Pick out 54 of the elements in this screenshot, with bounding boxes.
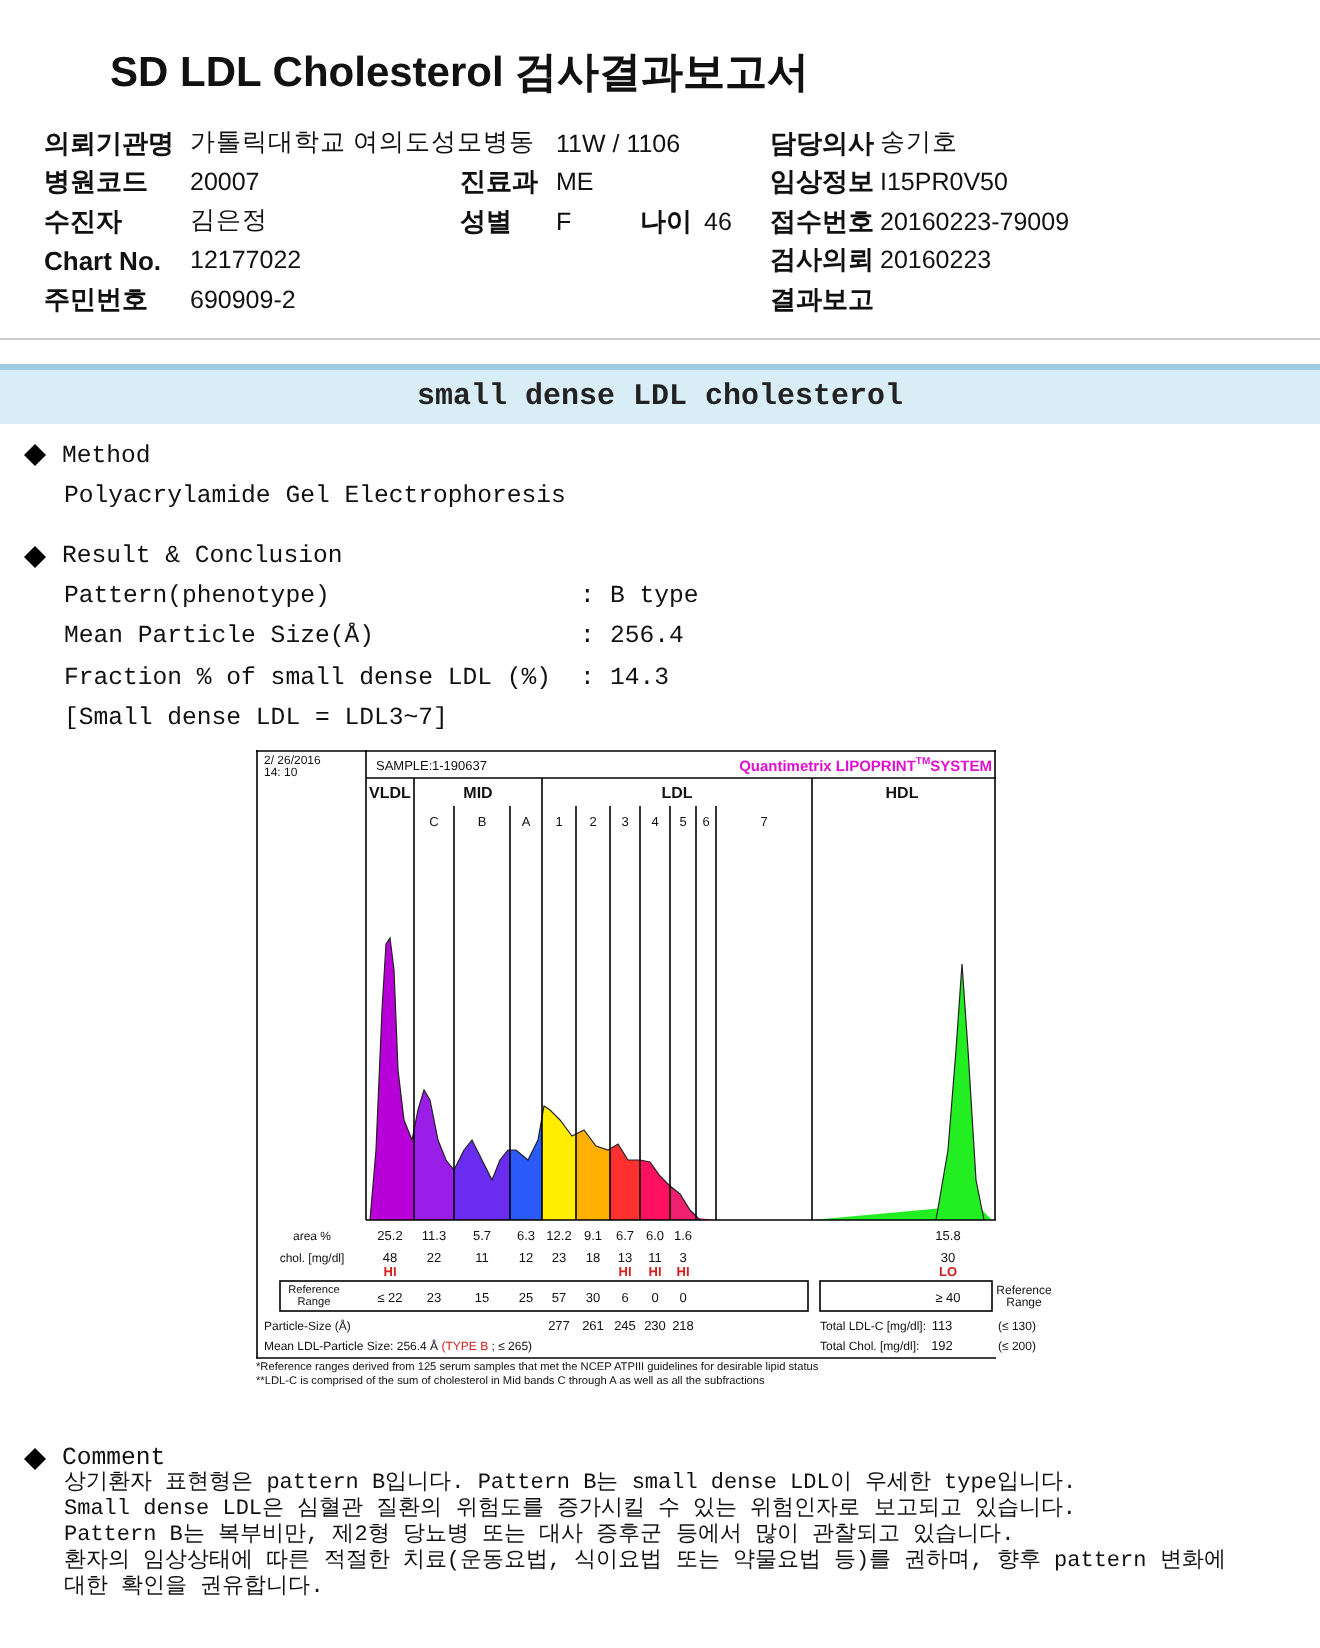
- comment-text: Small dense LDL은 심혈관 질환의 위험도를 증가시킬 수 있는 위험인자로 보고되고 있습니다.: [64, 1498, 1077, 1523]
- result-label: Fraction % of small dense LDL (%): [64, 663, 554, 692]
- separator-text: :: [580, 582, 597, 611]
- field-label: 수진자: [44, 203, 124, 240]
- group-label: MID: [463, 784, 493, 803]
- field-label: 담당의사: [770, 125, 876, 162]
- field-value: 690909-2: [190, 285, 298, 314]
- field-value: 12177022: [190, 246, 304, 275]
- result-value: B type: [610, 582, 701, 611]
- separator-text: :: [580, 663, 597, 692]
- section-heading: Method: [62, 441, 151, 469]
- field-label: 검사의뢰: [770, 242, 876, 279]
- field-label: Chart No.: [44, 245, 163, 276]
- section-banner: small dense LDL cholesterol: [0, 363, 1320, 423]
- field-label: 진료과: [460, 164, 540, 201]
- field-label: 의뢰기관명: [44, 125, 176, 162]
- field-label: 결과보고: [770, 281, 876, 318]
- field-value: 20160223: [880, 246, 994, 275]
- field-value: 김은정: [190, 204, 270, 239]
- field-value: ME: [556, 168, 596, 197]
- field-value: 가톨릭대학교 여의도성모병동: [190, 126, 537, 161]
- group-label: HDL: [885, 784, 919, 803]
- section-heading: Result & Conclusion: [62, 542, 343, 570]
- comment-text: 상기환자 표현형은 pattern B입니다. Pattern B는 small dense LDL이 우세한 type입니다.: [64, 1472, 1077, 1497]
- result-label: Mean Particle Size(Å): [64, 622, 376, 651]
- result-value: 256.4: [610, 622, 686, 651]
- diamond-icon: [24, 444, 46, 466]
- diamond-icon: [24, 545, 46, 567]
- field-label: 접수번호: [770, 203, 876, 240]
- separator-text: :: [580, 622, 597, 651]
- field-value: 송기호: [880, 126, 960, 161]
- result-note: [Small dense LDL = LDL3~7]: [64, 704, 448, 733]
- field-value: 20160223-79009: [880, 207, 1072, 236]
- comment-text: Pattern B는 복부비만, 제2형 당뇨병 또는 대사 증후군 등에서 많이 관찰되고 있습니다.: [64, 1524, 1015, 1549]
- result-label: Pattern(phenotype): [64, 582, 332, 611]
- section-heading: Comment: [62, 1444, 166, 1473]
- field-label: 성별: [460, 203, 514, 240]
- result-value: 14.3: [610, 663, 672, 692]
- report-title: SD LDL Cholesterol 검사결과보고서: [110, 48, 812, 100]
- field-value: I15PR0V50: [880, 168, 1010, 197]
- method-text: Polyacrylamide Gel Electrophoresis: [64, 481, 566, 510]
- field-value: 46: [704, 207, 734, 236]
- group-label: VLDL: [369, 784, 411, 803]
- field-label: 병원코드: [44, 164, 150, 201]
- group-label: LDL: [661, 784, 693, 803]
- field-label: 나이: [640, 203, 694, 240]
- field-label: 주민번호: [44, 281, 150, 318]
- comment-text: 환자의 임상상태에 따른 적절한 치료(운동요법, 식이요법 또는 약물요법 등)를 권하며, 향후 pattern 변화에: [64, 1550, 1226, 1575]
- field-value: F: [556, 207, 574, 236]
- diamond-icon: [24, 1447, 46, 1470]
- comment-text: 대한 확인을 권유합니다.: [64, 1576, 324, 1603]
- field-value: 11W / 1106: [556, 129, 683, 158]
- field-label: 임상정보: [770, 164, 876, 201]
- field-value: 20007: [190, 168, 262, 197]
